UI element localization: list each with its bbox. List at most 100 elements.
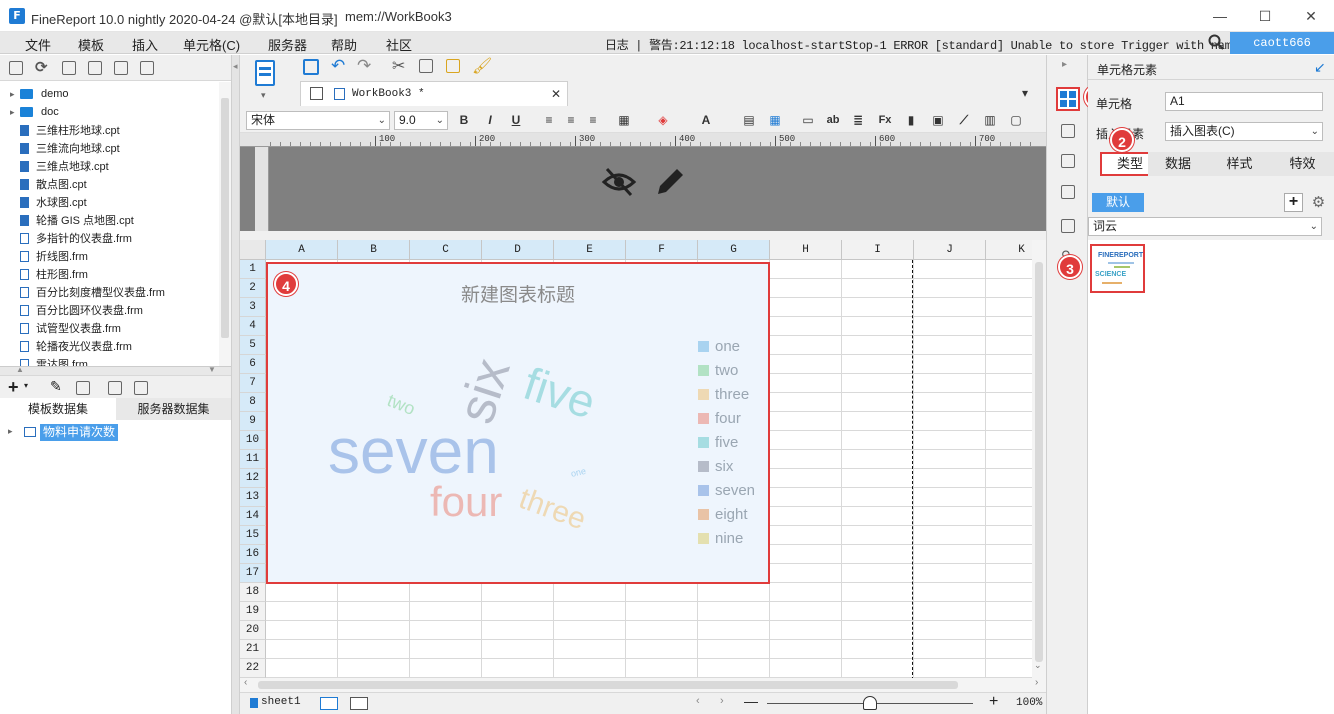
menu-insert[interactable]: 插入 bbox=[132, 35, 158, 54]
preview-dataset-icon[interactable] bbox=[108, 381, 122, 395]
row-header[interactable]: 20 bbox=[240, 621, 266, 640]
sheet-tab[interactable]: sheet1 bbox=[261, 696, 301, 708]
chevron-down-icon[interactable]: ▾ bbox=[24, 381, 28, 390]
row-header[interactable]: 1 bbox=[240, 260, 266, 279]
tab-style[interactable]: 样式 bbox=[1208, 152, 1271, 176]
insert-formula-icon[interactable]: Fx bbox=[877, 112, 893, 128]
expand-arrow-icon[interactable]: ▸ bbox=[10, 107, 20, 118]
expand-arrow-icon[interactable]: ▸ bbox=[10, 89, 20, 100]
align-center-icon[interactable]: ≡ bbox=[563, 112, 579, 128]
row-header[interactable]: 13 bbox=[240, 488, 266, 507]
legend-item[interactable]: one bbox=[698, 338, 740, 355]
tree-item[interactable]: 三维点地球.cpt bbox=[10, 157, 109, 175]
hide-eye-icon[interactable] bbox=[601, 165, 637, 199]
legend-item[interactable]: nine bbox=[698, 530, 743, 547]
insert-element-select[interactable]: 插入图表(C) ⌄ bbox=[1165, 122, 1323, 141]
settings-icon[interactable] bbox=[88, 61, 102, 75]
condition-attributes-icon[interactable] bbox=[1061, 219, 1075, 233]
menu-help[interactable]: 帮助 bbox=[331, 35, 357, 54]
insert-ab-icon[interactable]: ab bbox=[825, 112, 841, 128]
legend-item[interactable]: three bbox=[698, 386, 749, 403]
column-header[interactable]: C bbox=[410, 240, 482, 260]
row-header[interactable]: 15 bbox=[240, 526, 266, 545]
tab-effects[interactable]: 特效 bbox=[1271, 152, 1334, 176]
tree-item[interactable]: 轮播 GIS 点地图.cpt bbox=[10, 211, 134, 229]
legend-item[interactable]: two bbox=[698, 362, 738, 379]
save-icon[interactable] bbox=[303, 59, 319, 75]
tree-item[interactable]: 百分比刻度槽型仪表盘.frm bbox=[10, 283, 165, 301]
legend-item[interactable]: six bbox=[698, 458, 733, 475]
copy-cells-icon[interactable] bbox=[419, 59, 433, 73]
tree-item[interactable]: 柱形图.frm bbox=[10, 265, 88, 283]
insert-chart-icon[interactable]: ▮ bbox=[903, 112, 919, 128]
dataset-item[interactable]: 物料申请次数 bbox=[40, 424, 119, 441]
menu-template[interactable]: 模板 bbox=[78, 35, 104, 54]
add-sheet-icon[interactable] bbox=[320, 697, 338, 710]
horizontal-scrollbar[interactable]: ‹ › bbox=[240, 677, 1046, 692]
tree-item[interactable]: ▸ doc bbox=[10, 103, 59, 121]
menu-cell[interactable]: 单元格(C) bbox=[183, 35, 240, 54]
italic-button[interactable]: I bbox=[482, 112, 498, 128]
tree-item[interactable]: 百分比圆环仪表盘.frm bbox=[10, 301, 143, 319]
close-button[interactable]: ✕ bbox=[1303, 8, 1319, 24]
dataset-params-icon[interactable] bbox=[134, 381, 148, 395]
delete-icon[interactable] bbox=[114, 61, 128, 75]
tree-item[interactable]: 三维流向地球.cpt bbox=[10, 139, 120, 157]
wordcloud-thumbnail[interactable]: FINEREPORT SCIENCE bbox=[1090, 244, 1145, 293]
row-header[interactable]: 22 bbox=[240, 659, 266, 678]
gear-icon[interactable]: ⚙ bbox=[1309, 193, 1328, 212]
tab-menu-icon[interactable]: ▾ bbox=[1022, 86, 1028, 100]
column-header[interactable]: B bbox=[338, 240, 410, 260]
cell-input[interactable]: A1 bbox=[1165, 92, 1323, 111]
row-header[interactable]: 4 bbox=[240, 317, 266, 336]
font-family-select[interactable]: 宋体 ⌄ bbox=[246, 111, 390, 130]
merge-cells-icon[interactable]: ▤ bbox=[741, 112, 757, 128]
column-header[interactable]: H bbox=[770, 240, 842, 260]
insert-subreport-icon[interactable]: ▥ bbox=[982, 112, 998, 128]
zoom-in-button[interactable]: + bbox=[989, 693, 998, 711]
font-color-icon[interactable]: A bbox=[698, 112, 714, 128]
column-header[interactable]: E bbox=[554, 240, 626, 260]
new-folder-icon[interactable] bbox=[9, 61, 23, 75]
legend-item[interactable]: seven bbox=[698, 482, 755, 499]
row-header[interactable]: 11 bbox=[240, 450, 266, 469]
chart-type-select[interactable]: 词云 ⌄ bbox=[1088, 217, 1322, 236]
insert-more-icon[interactable]: ▢ bbox=[1008, 112, 1024, 128]
delete-dataset-icon[interactable] bbox=[76, 381, 90, 395]
align-left-icon[interactable]: ≡ bbox=[541, 112, 557, 128]
column-header[interactable]: G bbox=[698, 240, 770, 260]
legend-item[interactable]: eight bbox=[698, 506, 748, 523]
row-header[interactable]: 10 bbox=[240, 431, 266, 450]
row-header[interactable]: 14 bbox=[240, 507, 266, 526]
legend-item[interactable]: four bbox=[698, 410, 741, 427]
column-header[interactable]: F bbox=[626, 240, 698, 260]
fill-color-icon[interactable]: ◈ bbox=[655, 112, 671, 128]
tree-splitter[interactable]: ▲ ▼ bbox=[0, 365, 231, 375]
row-header[interactable]: 6 bbox=[240, 355, 266, 374]
tree-item[interactable]: ▸ demo bbox=[10, 85, 69, 103]
chart-cell[interactable]: 4 新建图表标题 seven six five four three two one one… bbox=[266, 262, 770, 584]
tree-item[interactable]: 轮播夜光仪表盘.frm bbox=[10, 337, 132, 355]
template-button[interactable]: ▾ bbox=[247, 58, 283, 102]
cell-element-button[interactable] bbox=[1056, 87, 1080, 111]
splitter-bar[interactable] bbox=[240, 231, 1046, 240]
row-header[interactable]: 16 bbox=[240, 545, 266, 564]
maximize-button[interactable]: ☐ bbox=[1257, 8, 1273, 24]
tree-item[interactable]: 折线图.frm bbox=[10, 247, 88, 265]
legend-item[interactable]: five bbox=[698, 434, 738, 451]
log-message[interactable]: 日志 | 警告:21:12:18 localhost-startStop-1 E… bbox=[605, 36, 1287, 53]
row-header[interactable]: 21 bbox=[240, 640, 266, 659]
underline-button[interactable]: U bbox=[508, 112, 524, 128]
insert-richtext-icon[interactable]: ≣ bbox=[850, 112, 866, 128]
paste-icon[interactable] bbox=[446, 59, 460, 73]
border-icon[interactable]: ▦ bbox=[616, 112, 632, 128]
insert-image-icon[interactable]: ▣ bbox=[930, 112, 946, 128]
row-header[interactable]: 2 bbox=[240, 279, 266, 298]
column-header[interactable]: A bbox=[266, 240, 338, 260]
row-header[interactable]: 7 bbox=[240, 374, 266, 393]
expand-arrow-icon[interactable]: ▸ bbox=[8, 426, 13, 437]
menu-file[interactable]: 文件 bbox=[25, 35, 51, 54]
insert-text-icon[interactable]: ▭ bbox=[800, 112, 816, 128]
undo-icon[interactable]: ↶ bbox=[331, 56, 345, 76]
tree-scrollbar[interactable] bbox=[219, 82, 231, 366]
